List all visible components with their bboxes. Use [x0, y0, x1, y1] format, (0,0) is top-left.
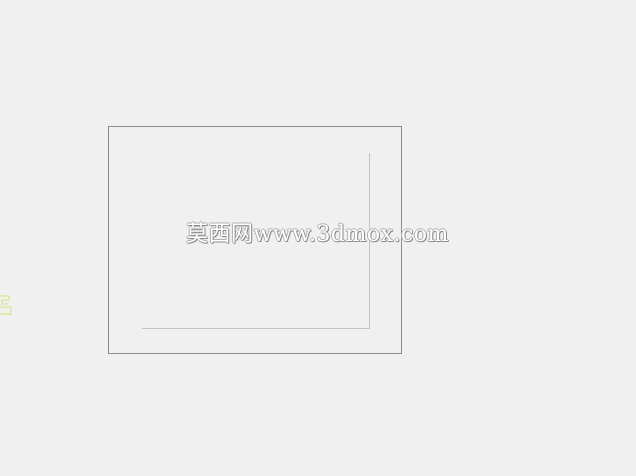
- watermark-text: 莫西网www.3dmox.com: [186, 222, 449, 247]
- edge-mark-icon: [0, 295, 12, 315]
- inner-horizontal-line: [142, 328, 370, 329]
